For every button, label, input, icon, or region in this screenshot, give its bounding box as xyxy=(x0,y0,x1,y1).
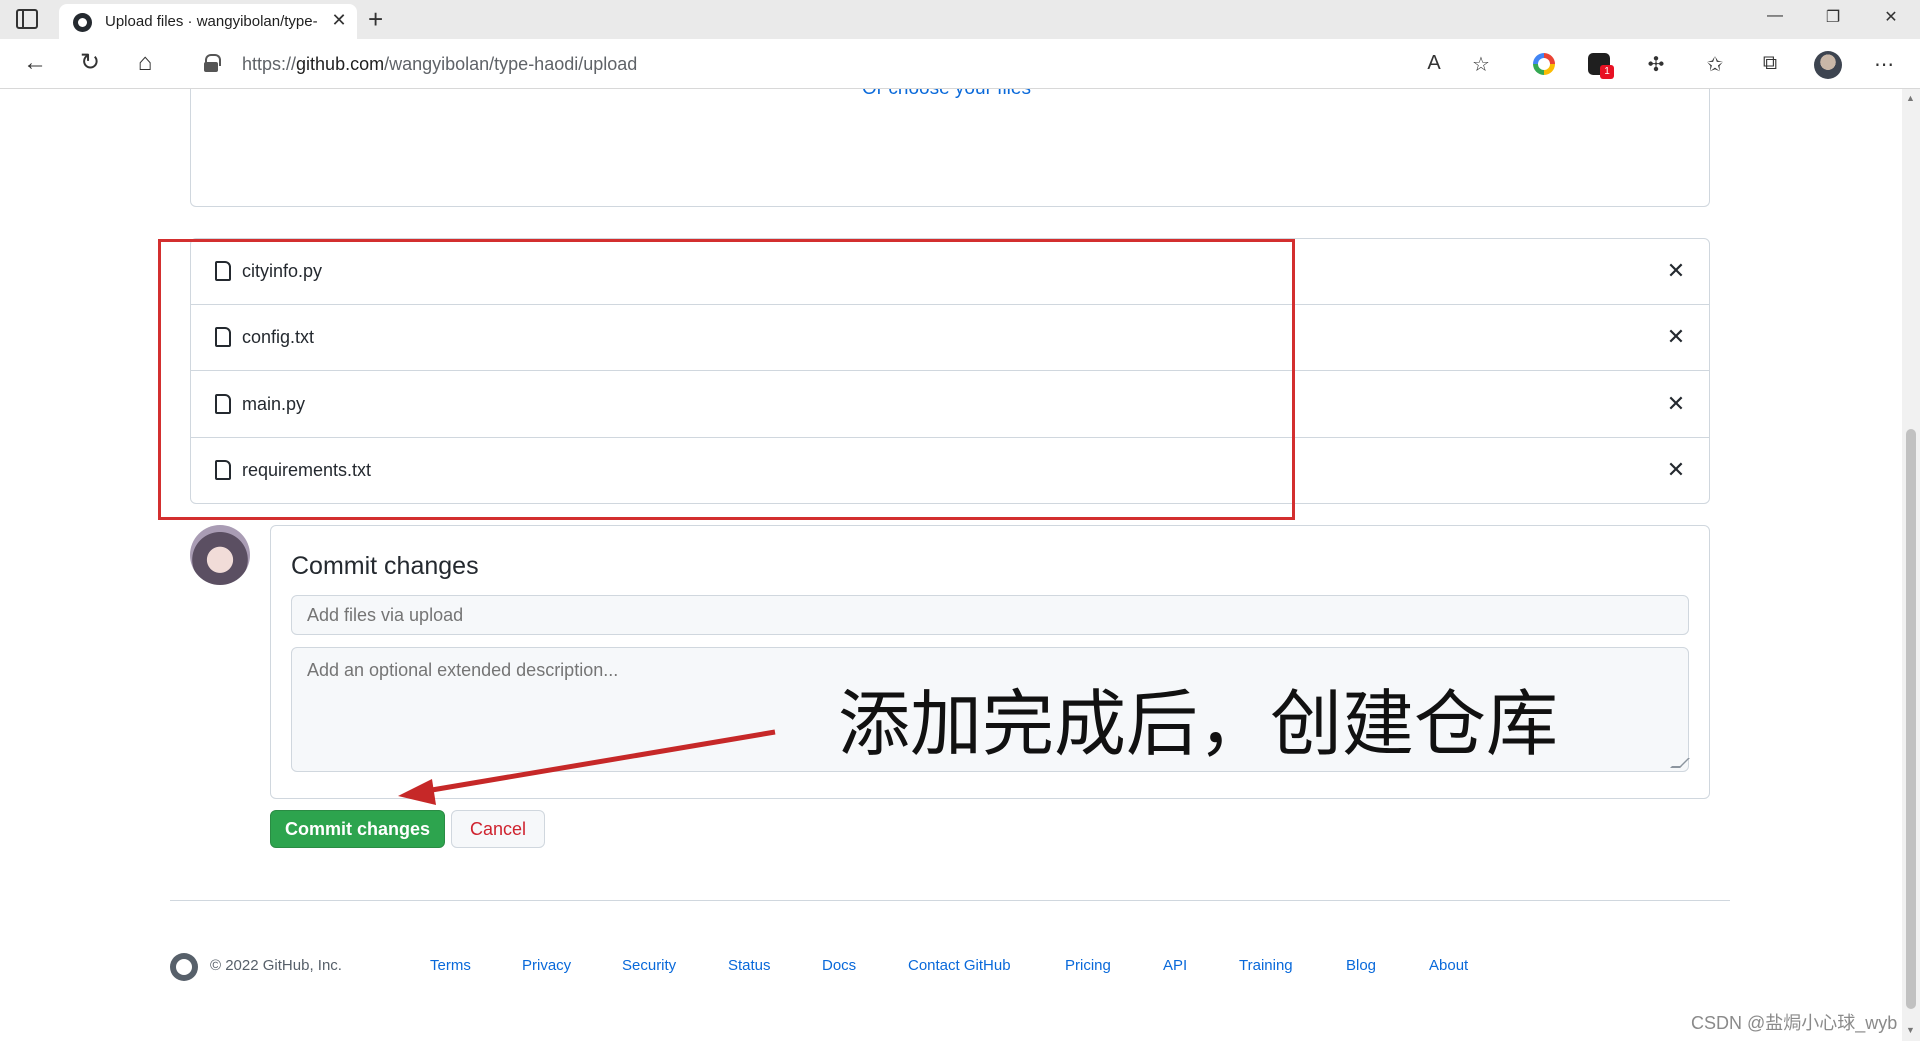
upload-dropzone[interactable] xyxy=(190,89,1710,207)
url-text[interactable]: https://github.com/wangyibolan/type-haod… xyxy=(242,54,637,75)
add-favorite-icon[interactable]: ☆ xyxy=(1468,52,1494,77)
tab-title: Upload files · wangyibolan/type- xyxy=(105,13,318,30)
remove-file-icon[interactable]: ✕ xyxy=(1664,457,1688,483)
color-extension-icon[interactable] xyxy=(1533,53,1555,75)
home-icon[interactable]: ⌂ xyxy=(130,49,160,77)
remove-file-icon[interactable]: ✕ xyxy=(1664,391,1688,417)
footer-link-api[interactable]: API xyxy=(1163,957,1187,974)
csdn-watermark: CSDN @盐焗小心球_wyb xyxy=(1691,1013,1898,1033)
footer-divider xyxy=(170,900,1730,901)
new-tab-icon[interactable]: + xyxy=(368,4,383,35)
refresh-icon[interactable]: ↻ xyxy=(75,49,105,77)
commit-title: Commit changes xyxy=(291,552,479,580)
choose-files-link[interactable]: Or choose your files xyxy=(862,89,1031,100)
footer-link-docs[interactable]: Docs xyxy=(822,957,856,974)
window-close-icon[interactable]: ✕ xyxy=(1876,7,1906,27)
footer-link-about[interactable]: About xyxy=(1429,957,1468,974)
more-menu-icon[interactable]: ⋯ xyxy=(1871,52,1897,77)
extensions-icon[interactable]: ✣ xyxy=(1643,52,1669,77)
scroll-up-icon[interactable]: ▲ xyxy=(1906,93,1915,103)
address-bar[interactable]: https://github.com/wangyibolan/type-haod… xyxy=(180,45,1460,81)
tab-close-icon[interactable]: ✕ xyxy=(329,10,349,31)
extension-badge-count: 1 xyxy=(1600,65,1614,79)
collections-icon[interactable]: ⧉ xyxy=(1757,52,1783,75)
lock-icon[interactable] xyxy=(204,54,221,72)
commit-changes-button[interactable]: Commit changes xyxy=(270,810,445,848)
remove-file-icon[interactable]: ✕ xyxy=(1664,324,1688,350)
footer-link-blog[interactable]: Blog xyxy=(1346,957,1376,974)
scroll-thumb[interactable] xyxy=(1906,429,1916,1009)
footer-link-status[interactable]: Status xyxy=(728,957,771,974)
user-avatar xyxy=(190,525,250,585)
footer-link-security[interactable]: Security xyxy=(622,957,676,974)
browser-toolbar: ← ↻ ⌂ https://github.com/wangyibolan/typ… xyxy=(0,39,1920,89)
footer-link-privacy[interactable]: Privacy xyxy=(522,957,571,974)
extension-badge-icon[interactable]: 1 xyxy=(1588,53,1614,79)
browser-tab-bar: Upload files · wangyibolan/type- ✕ + — ❐… xyxy=(0,0,1920,39)
commit-summary-input[interactable] xyxy=(291,595,1689,635)
annotation-highlight-box xyxy=(158,239,1295,520)
footer-link-pricing[interactable]: Pricing xyxy=(1065,957,1111,974)
scroll-down-icon[interactable]: ▼ xyxy=(1906,1025,1915,1035)
footer-copyright: © 2022 GitHub, Inc. xyxy=(210,957,342,974)
github-favicon-icon xyxy=(73,13,92,32)
github-logo-icon[interactable] xyxy=(170,953,198,981)
footer-link-terms[interactable]: Terms xyxy=(430,957,471,974)
read-aloud-icon[interactable]: A xyxy=(1421,52,1447,75)
minimize-icon[interactable]: — xyxy=(1760,7,1790,25)
cancel-button[interactable]: Cancel xyxy=(451,810,545,848)
tab-actions-icon[interactable] xyxy=(16,9,38,29)
page-content: Or choose your files cityinfo.py ✕ confi… xyxy=(0,89,1902,1041)
restore-icon[interactable]: ❐ xyxy=(1818,7,1848,27)
page-scrollbar[interactable]: ▲ ▼ xyxy=(1902,89,1920,1041)
profile-avatar[interactable] xyxy=(1814,51,1842,79)
back-icon[interactable]: ← xyxy=(20,49,50,77)
favorites-icon[interactable]: ✩ xyxy=(1702,52,1728,77)
footer-link-contact[interactable]: Contact GitHub xyxy=(908,957,1011,974)
annotation-text: 添加完成后，创建仓库 xyxy=(838,682,1559,766)
remove-file-icon[interactable]: ✕ xyxy=(1664,258,1688,284)
browser-tab-active[interactable]: Upload files · wangyibolan/type- ✕ xyxy=(59,4,357,39)
footer-link-training[interactable]: Training xyxy=(1239,957,1293,974)
